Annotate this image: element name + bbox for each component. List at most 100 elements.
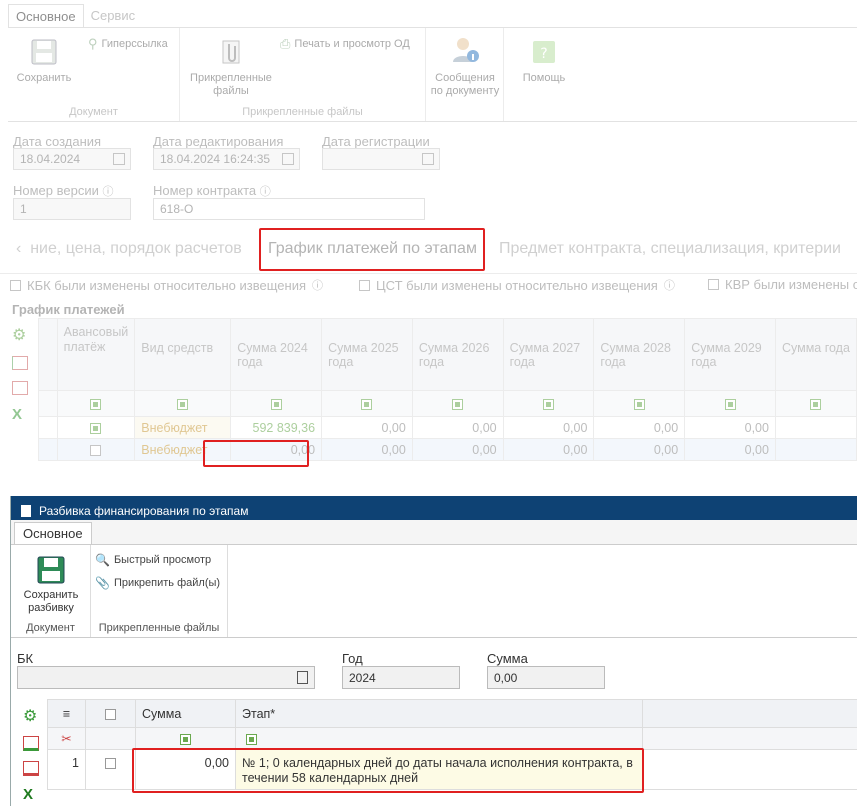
bk-field[interactable] [17, 666, 315, 689]
filter-cell[interactable] [774, 390, 857, 417]
reg-date-field[interactable] [322, 148, 440, 170]
filter-icon[interactable] [810, 398, 822, 410]
filter-cell[interactable] [235, 727, 643, 750]
header-sum[interactable]: Сумма [135, 699, 236, 728]
filter-cell[interactable] [56, 390, 136, 417]
save-split-button[interactable]: Сохранить разбивку [19, 555, 83, 615]
checkbox[interactable] [90, 422, 102, 434]
checkbox[interactable] [10, 279, 21, 291]
header-sum-next[interactable]: Сумма года [774, 318, 857, 391]
sum-cell[interactable]: 0,00 [593, 416, 686, 439]
delete-row-icon[interactable] [23, 761, 39, 776]
calendar-icon[interactable] [422, 153, 434, 165]
header-sum-2028[interactable]: Сумма 2028 года [593, 318, 686, 391]
dialog-tab-main[interactable]: Основное [14, 522, 92, 545]
filter-icon[interactable] [177, 398, 189, 410]
list-picker-icon[interactable] [297, 671, 308, 684]
add-row-icon[interactable] [23, 736, 39, 751]
filter-cell[interactable] [684, 390, 776, 417]
attach-files-button[interactable]: 📎 Прикрепить файл(ы) [95, 576, 220, 590]
filter-cell[interactable] [134, 390, 232, 417]
year-field[interactable]: 2024 [342, 666, 460, 689]
sum-cell[interactable] [774, 416, 857, 439]
filter-icon[interactable] [90, 398, 102, 410]
gear-icon[interactable]: ⚙ [12, 325, 32, 345]
kbk-changed-check[interactable]: КБК были изменены относительно извещения… [10, 277, 323, 293]
excel-icon[interactable]: X [23, 786, 43, 803]
sum-cell[interactable]: 0,00 [135, 749, 236, 790]
advance-cell[interactable] [56, 416, 136, 439]
attached-files-button[interactable]: Прикрепленные файлы [186, 38, 276, 98]
fund-type-cell[interactable]: Внебюджет [134, 416, 232, 439]
filter-cell[interactable] [135, 727, 236, 750]
header-fund-type[interactable]: Вид средств [134, 318, 232, 391]
gear-icon[interactable]: ⚙ [23, 706, 43, 726]
filter-cell[interactable] [593, 390, 686, 417]
sum-cell[interactable]: 0,00 [411, 416, 504, 439]
edited-date-field[interactable]: 18.04.2024 16:24:35 [153, 148, 300, 170]
header-sum-2029[interactable]: Сумма 2029 года [684, 318, 776, 391]
tab-main[interactable]: Основное [8, 4, 84, 28]
messages-button[interactable]: Сообщения по документу [428, 34, 502, 98]
sum-cell[interactable]: 0,00 [593, 438, 686, 461]
filter-icon[interactable] [543, 398, 555, 410]
tab-service[interactable]: Сервис [84, 4, 143, 28]
contract-number-field[interactable]: 618-О [153, 198, 425, 220]
calendar-icon[interactable] [113, 153, 125, 165]
version-field[interactable]: 1 [13, 198, 131, 220]
section-tab-next[interactable]: Предмет контракта, специализация, критер… [499, 240, 841, 258]
advance-cell[interactable] [56, 438, 136, 461]
filter-icon[interactable] [633, 398, 645, 410]
delete-row-icon[interactable] [12, 381, 28, 395]
sum-cell[interactable]: 0,00 [321, 416, 413, 439]
sum-cell[interactable]: 0,00 [502, 416, 595, 439]
sum-cell[interactable]: 0,00 [684, 438, 776, 461]
filter-icon[interactable] [270, 398, 282, 410]
clear-filter-icon[interactable]: ✂ [47, 727, 86, 750]
save-button[interactable]: Сохранить [12, 38, 76, 85]
filter-cell[interactable] [321, 390, 413, 417]
sum-field[interactable]: 0,00 [487, 666, 605, 689]
sum-cell[interactable]: 0,00 [321, 438, 413, 461]
select-all-cell[interactable] [85, 699, 136, 728]
help-button[interactable]: ? Помощь [512, 38, 576, 85]
sum-cell[interactable] [774, 438, 857, 461]
header-sum-2025[interactable]: Сумма 2025 года [321, 318, 413, 391]
print-view-button[interactable]: ⎙ Печать и просмотр ОД [280, 36, 410, 52]
checkbox[interactable] [359, 279, 370, 291]
filter-icon[interactable] [361, 398, 373, 410]
sum-cell[interactable]: 0,00 [411, 438, 504, 461]
menu-icon[interactable]: ≡ [47, 699, 86, 728]
row-check-cell[interactable] [85, 749, 136, 790]
table-row[interactable]: 1 0,00 № 1; 0 календарных дней до даты н… [47, 749, 857, 790]
hyperlink-button[interactable]: ⚲ Гиперссылка [88, 36, 168, 52]
calendar-icon[interactable] [282, 153, 294, 165]
header-sum-2026[interactable]: Сумма 2026 года [411, 318, 504, 391]
header-stage[interactable]: Этап* [235, 699, 643, 728]
header-sum-2027[interactable]: Сумма 2027 года [502, 318, 595, 391]
header-sum-2024[interactable]: Сумма 2024 года [230, 318, 323, 391]
select-all-checkbox[interactable] [105, 708, 116, 720]
sum-cell[interactable]: 0,00 [502, 438, 595, 461]
row-checkbox[interactable] [105, 758, 116, 770]
sum-cell[interactable]: 0,00 [684, 416, 776, 439]
cst-changed-check[interactable]: ЦСТ были изменены относительно извещения… [359, 277, 675, 293]
sum-cell[interactable]: 592 839,36 [230, 416, 323, 439]
filter-icon[interactable] [724, 398, 736, 410]
created-date-field[interactable]: 18.04.2024 [13, 148, 131, 170]
filter-icon[interactable] [180, 733, 191, 745]
header-advance[interactable]: Авансовый платёж [56, 318, 136, 391]
stage-cell[interactable]: № 1; 0 календарных дней до даты начала и… [235, 749, 643, 790]
table-row[interactable]: Внебюджет 592 839,36 0,00 0,00 0,00 0,00… [38, 416, 857, 439]
filter-cell[interactable] [411, 390, 504, 417]
add-row-icon[interactable] [12, 356, 28, 370]
checkbox[interactable] [90, 444, 102, 456]
kvr-changed-check[interactable]: КВР были изменены отн [708, 277, 857, 292]
fund-type-cell[interactable]: Внебюджет [134, 438, 232, 461]
filter-cell[interactable] [502, 390, 595, 417]
checkbox[interactable] [708, 279, 719, 290]
quick-view-button[interactable]: 🔍 Быстрый просмотр [95, 553, 211, 567]
filter-icon[interactable] [452, 398, 464, 410]
filter-cell[interactable] [230, 390, 323, 417]
table-row[interactable]: Внебюджет 0,00 0,00 0,00 0,00 0,00 0,00 [38, 438, 857, 461]
